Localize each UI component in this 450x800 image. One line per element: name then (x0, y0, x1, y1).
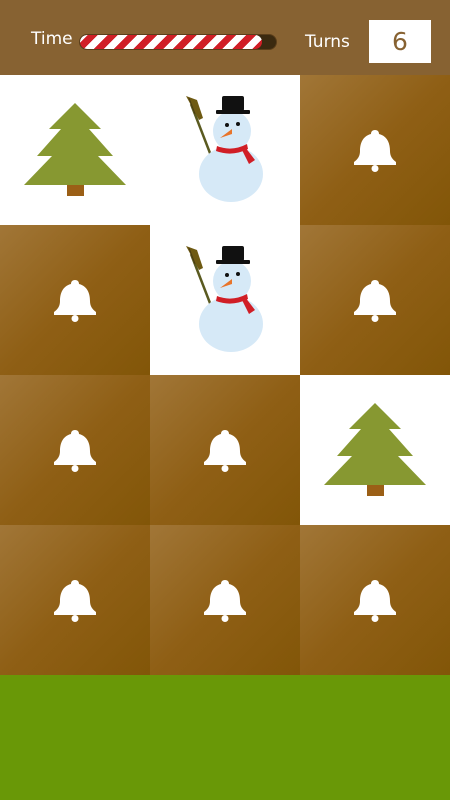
bell-icon (52, 428, 98, 472)
memory-card-grid (0, 75, 450, 675)
card-revealed-christmas-tree (0, 75, 150, 225)
turns-label: Turns (305, 32, 350, 52)
card-hidden[interactable] (300, 75, 450, 225)
bell-icon (352, 128, 398, 172)
game-header: Time Turns 6 (0, 0, 450, 75)
card-hidden[interactable] (300, 225, 450, 375)
snowman-icon (183, 246, 267, 354)
card-hidden[interactable] (300, 525, 450, 675)
card-revealed-christmas-tree (300, 375, 450, 525)
time-progress-bar (79, 34, 277, 50)
bell-icon (52, 278, 98, 322)
card-hidden[interactable] (150, 375, 300, 525)
card-hidden[interactable] (0, 375, 150, 525)
bell-icon (352, 278, 398, 322)
christmas-tree-icon (323, 401, 427, 499)
christmas-tree-icon (23, 101, 127, 199)
turns-counter: 6 (369, 20, 431, 63)
ground-strip (0, 675, 450, 800)
bell-icon (52, 578, 98, 622)
card-hidden[interactable] (0, 525, 150, 675)
time-label: Time (31, 29, 73, 49)
time-progress-fill (80, 35, 263, 49)
card-revealed-snowman (150, 75, 300, 225)
card-hidden[interactable] (0, 225, 150, 375)
snowman-icon (183, 96, 267, 204)
card-hidden[interactable] (150, 525, 300, 675)
bell-icon (202, 428, 248, 472)
bell-icon (202, 578, 248, 622)
card-revealed-snowman (150, 225, 300, 375)
bell-icon (352, 578, 398, 622)
